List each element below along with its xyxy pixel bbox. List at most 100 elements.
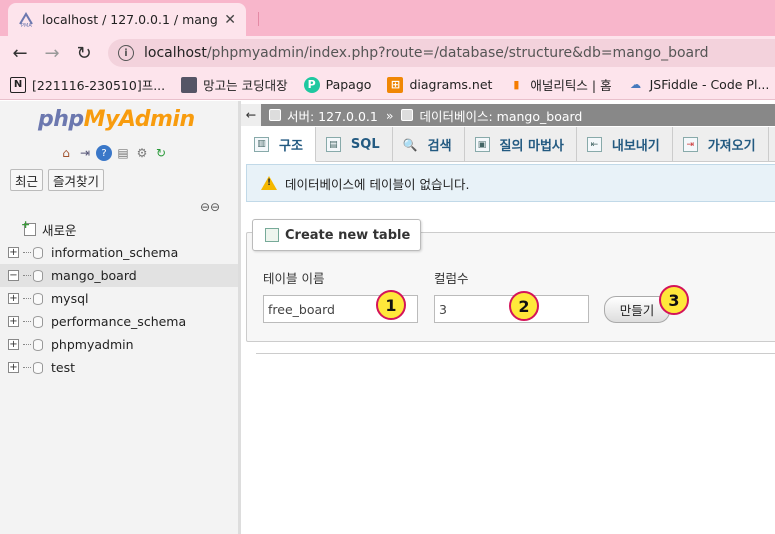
tree-item-phpmyadmin[interactable]: + phpmyadmin bbox=[8, 333, 238, 356]
browser-tab[interactable]: PMA localhost / 127.0.0.1 / mango_b ✕ bbox=[8, 3, 246, 36]
tree-connector bbox=[23, 367, 31, 368]
link-chain-icon[interactable]: ⊖⊖ bbox=[200, 200, 220, 214]
logout-icon[interactable]: ⇥ bbox=[77, 145, 93, 161]
settings-gear-icon[interactable]: ⚙ bbox=[134, 145, 150, 161]
bookmark-diagrams[interactable]: ⊞ diagrams.net bbox=[387, 76, 493, 93]
breadcrumb-database[interactable]: 데이터베이스: mango_board bbox=[401, 106, 582, 125]
tab-export[interactable]: ⇤ 내보내기 bbox=[577, 127, 673, 162]
svg-text:PMA: PMA bbox=[21, 23, 32, 28]
home-icon[interactable]: ⌂ bbox=[58, 145, 74, 161]
database-tree: 새로운 + information_schema − mango_board + my… bbox=[0, 218, 238, 379]
create-table-legend: Create new table bbox=[252, 219, 422, 251]
content-divider bbox=[256, 353, 775, 354]
bookmark-mango[interactable]: 망고는 코딩대장 bbox=[181, 75, 288, 94]
panel-resize-handle[interactable] bbox=[238, 101, 241, 534]
site-info-icon[interactable]: i bbox=[118, 45, 134, 61]
tree-item-performance-schema[interactable]: + performance_schema bbox=[8, 310, 238, 333]
tab-separator bbox=[258, 12, 259, 26]
tab-import[interactable]: ⇥ 가져오기 bbox=[673, 127, 769, 162]
phpmyadmin-logo[interactable]: phpMyAdmin bbox=[38, 107, 195, 132]
export-icon: ⇤ bbox=[586, 137, 602, 152]
database-icon bbox=[33, 292, 43, 305]
monitor-icon bbox=[181, 76, 198, 93]
database-icon bbox=[33, 315, 43, 328]
jsfiddle-icon: ☁ bbox=[630, 78, 642, 91]
tree-item-label: information_schema bbox=[51, 245, 179, 260]
tree-item-label: mysql bbox=[51, 291, 89, 306]
no-tables-notice: 데이터베이스에 테이블이 없습니다. bbox=[246, 164, 775, 202]
expand-icon[interactable]: + bbox=[8, 247, 19, 258]
logo-php: php bbox=[38, 107, 84, 132]
bookmark-label: Papago bbox=[325, 77, 372, 92]
url-path: /phpmyadmin/index.php?route=/database/st… bbox=[206, 45, 709, 61]
docs-icon[interactable]: ▤ bbox=[115, 145, 131, 161]
notion-icon: N bbox=[10, 76, 26, 93]
tree-item-new[interactable]: 새로운 bbox=[8, 218, 238, 241]
step-marker-2: 2 bbox=[509, 291, 539, 321]
tree-item-information-schema[interactable]: + information_schema bbox=[8, 241, 238, 264]
database-icon bbox=[33, 361, 43, 374]
tab-query-wizard[interactable]: ▣ 질의 마법사 bbox=[465, 127, 577, 162]
bookmark-label: diagrams.net bbox=[409, 77, 493, 92]
forward-arrow-icon[interactable]: → bbox=[36, 37, 68, 69]
tree-item-mango-board[interactable]: − mango_board bbox=[0, 264, 238, 287]
tab-search[interactable]: 🔍 검색 bbox=[393, 127, 465, 162]
collapse-nav-arrow-icon[interactable]: ← bbox=[241, 104, 261, 126]
bookmark-notion[interactable]: N [221116-230510]프... bbox=[10, 75, 165, 94]
reload-nav-icon[interactable]: ↻ bbox=[153, 145, 169, 161]
bookmark-label: 애널리틱스 | 홈 bbox=[530, 78, 612, 93]
nav-icon-row: ⌂ ⇥ ? ▤ ⚙ ↻ bbox=[58, 145, 169, 161]
tree-item-mysql[interactable]: + mysql bbox=[8, 287, 238, 310]
tab-label: 구조 bbox=[279, 138, 303, 154]
bookmark-papago[interactable]: P Papago bbox=[303, 76, 372, 93]
phpmyadmin-favicon-icon: PMA bbox=[18, 11, 34, 28]
table-add-icon bbox=[265, 228, 279, 242]
reload-icon[interactable]: ↻ bbox=[68, 37, 100, 69]
bookmark-jsfiddle[interactable]: ☁ JSFiddle - Code Pl... bbox=[628, 77, 770, 93]
logo-myadmin: MyAdmin bbox=[83, 107, 195, 132]
expand-icon[interactable]: + bbox=[8, 339, 19, 350]
help-icon[interactable]: ? bbox=[96, 145, 112, 161]
main-tabs: ▥ 구조 ▤ SQL 🔍 검색 ▣ 질의 마법사 ⇤ 내보내기 ⇥ 가져오기 bbox=[244, 127, 775, 162]
server-icon bbox=[269, 109, 281, 121]
database-icon bbox=[33, 269, 43, 282]
recent-button[interactable]: 최근 bbox=[10, 169, 44, 191]
diagrams-icon: ⊞ bbox=[387, 76, 404, 93]
back-arrow-icon[interactable]: ← bbox=[4, 37, 36, 69]
breadcrumb: ← 서버: 127.0.0.1 » 데이터베이스: mango_board bbox=[241, 104, 775, 126]
tree-connector bbox=[23, 344, 31, 345]
expand-icon[interactable]: + bbox=[8, 293, 19, 304]
tree-item-test[interactable]: + test bbox=[8, 356, 238, 379]
tree-connector bbox=[23, 321, 31, 322]
browser-toolbar: ← → ↻ i localhost/phpmyadmin/index.php?r… bbox=[0, 36, 775, 70]
url-text: localhost/phpmyadmin/index.php?route=/da… bbox=[144, 45, 709, 61]
tree-item-label: test bbox=[51, 360, 76, 375]
expand-icon[interactable]: + bbox=[8, 316, 19, 327]
tab-sql[interactable]: ▤ SQL bbox=[316, 127, 393, 162]
table-name-label: 테이블 이름 bbox=[263, 271, 325, 286]
breadcrumb-database-label: 데이터베이스: mango_board bbox=[419, 108, 583, 124]
tree-item-label: mango_board bbox=[51, 268, 137, 283]
bookmark-label: 망고는 코딩대장 bbox=[203, 78, 288, 93]
browser-tabstrip: PMA localhost / 127.0.0.1 / mango_b ✕ bbox=[0, 0, 775, 36]
bookmark-label: [221116-230510]프... bbox=[32, 78, 166, 93]
query-icon: ▣ bbox=[474, 137, 490, 152]
favorites-button[interactable]: 즐겨찾기 bbox=[48, 169, 105, 191]
address-bar[interactable]: i localhost/phpmyadmin/index.php?route=/… bbox=[108, 39, 775, 67]
bookmark-analytics[interactable]: ▮ 애널리틱스 | 홈 bbox=[508, 75, 611, 94]
collapse-icon[interactable]: − bbox=[8, 270, 19, 281]
tree-connector bbox=[23, 252, 31, 253]
tree-item-label: phpmyadmin bbox=[51, 337, 134, 352]
step-marker-3: 3 bbox=[659, 285, 689, 315]
close-tab-icon[interactable]: ✕ bbox=[224, 12, 236, 28]
tab-structure[interactable]: ▥ 구조 bbox=[244, 127, 316, 162]
bookmark-label: JSFiddle - Code Pl... bbox=[649, 77, 770, 92]
tab-label: 내보내기 bbox=[611, 139, 660, 154]
bookmarks-bar: N [221116-230510]프... 망고는 코딩대장 P Papago ⊞ d… bbox=[0, 70, 775, 100]
expand-icon[interactable]: + bbox=[8, 362, 19, 373]
analytics-icon: ▮ bbox=[513, 78, 520, 91]
database-icon bbox=[33, 338, 43, 351]
notice-text: 데이터베이스에 테이블이 없습니다. bbox=[285, 176, 470, 192]
url-host: localhost bbox=[144, 45, 207, 61]
breadcrumb-server[interactable]: 서버: 127.0.0.1 bbox=[269, 106, 378, 125]
